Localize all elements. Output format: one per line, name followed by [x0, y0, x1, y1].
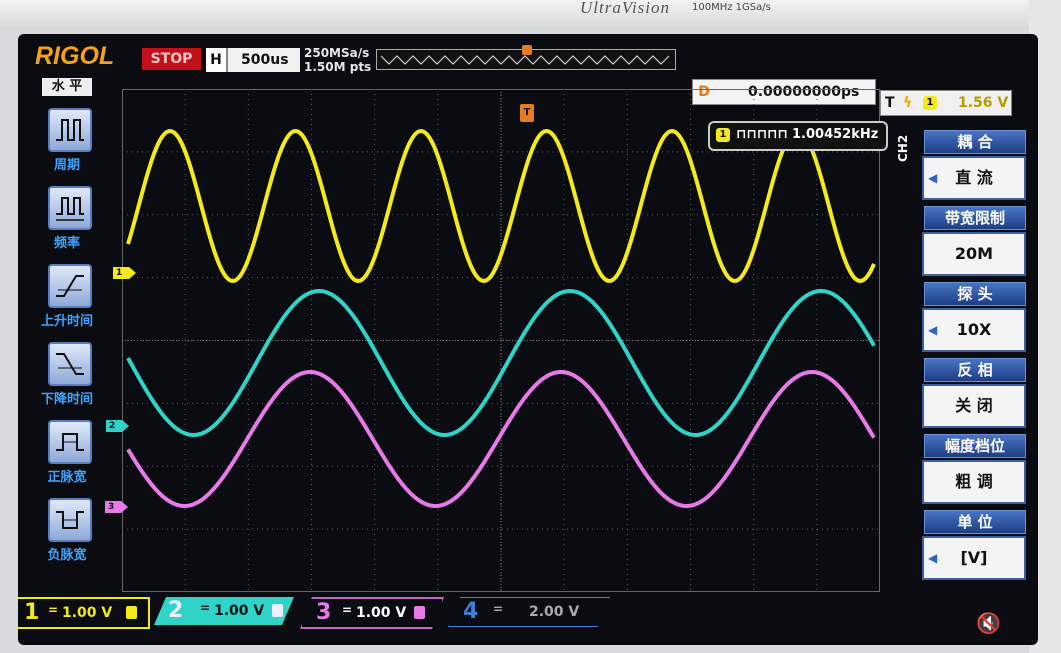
ch2-number: 2 [168, 598, 184, 623]
ch3-number: 3 [316, 600, 332, 625]
left-arrow-icon: ◀ [928, 171, 938, 185]
timebase-box[interactable]: H 500us [206, 48, 300, 72]
frequency-value: 1.00452kHz [792, 127, 879, 142]
menu-value-probe[interactable]: ◀ 10X [922, 308, 1026, 352]
run-state-badge[interactable]: STOP [142, 48, 201, 70]
left-arrow-icon: ◀ [928, 323, 938, 337]
freq-channel-badge: 1 [716, 128, 730, 142]
ch2-bandwidth-icon [272, 604, 283, 617]
menu-value-volt-scale[interactable]: 粗 调 [922, 460, 1026, 504]
ch4-number: 4 [463, 599, 479, 624]
rise-time-icon [48, 264, 92, 308]
menu-item-negative-width[interactable]: 负脉宽 [28, 498, 106, 578]
coupling-value: 直 流 [955, 168, 993, 187]
menu-title-volt-scale: 幅度档位 [924, 434, 1026, 458]
brand-label: UltraVision [580, 0, 671, 17]
timebase-label: H [206, 48, 228, 72]
ch3-status[interactable]: 3 = 1.00 V [300, 597, 444, 629]
menu-value-unit[interactable]: ◀ [V] [922, 536, 1026, 580]
ch4-status[interactable]: 4 = 2.00 V [448, 597, 610, 627]
menu-item-label: 下降时间 [40, 392, 93, 407]
menu-item-label: 频率 [53, 236, 80, 251]
ch1-status[interactable]: 1 = 1.00 V [18, 597, 150, 629]
negative-width-icon [48, 498, 92, 542]
pulse-train-icon: ⊓⊓⊓⊓⊓ [736, 127, 788, 142]
trigger-time-marker: T [520, 104, 534, 122]
unit-value: [V] [960, 548, 988, 567]
frequency-icon [48, 186, 92, 230]
ch2-status[interactable]: 2 = 1.00 V [154, 597, 294, 625]
menu-title-unit: 单 位 [924, 510, 1026, 534]
left-measure-menu: 水 平 周期 频率 上升时间 下降时间 正脉宽 负脉宽 [28, 78, 106, 568]
fall-time-icon [48, 342, 92, 386]
menu-item-rise-time[interactable]: 上升时间 [28, 264, 106, 344]
ch3-scale: 1.00 V [356, 605, 407, 621]
ch2-coupling-icon: = [200, 601, 211, 615]
menu-title-coupling: 耦 合 [924, 130, 1026, 154]
acquisition-info: 250MSa/s 1.50M pts [304, 46, 371, 74]
probe-value: 10X [956, 320, 992, 339]
scope-screen: RIGOL STOP H 500us 250MSa/s 1.50M pts D … [18, 34, 1038, 645]
menu-item-label: 负脉宽 [47, 548, 87, 563]
period-icon [48, 108, 92, 152]
bezel-top: UltraVision 100MHz 1GSa/s [0, 0, 1061, 30]
trigger-level: 1.56 V [958, 95, 1009, 111]
sample-rate: 250MSa/s [304, 46, 370, 60]
left-menu-title: 水 平 [42, 78, 92, 96]
ch3-bandwidth-icon [414, 606, 425, 619]
menu-item-fall-time[interactable]: 下降时间 [28, 342, 106, 422]
bandwidth-value: 20M [954, 244, 994, 263]
ch2-scale: 1.00 V [214, 603, 265, 619]
right-menu-channel: CH2 [896, 134, 910, 162]
menu-value-bandwidth[interactable]: 20M [922, 232, 1026, 276]
ch4-scale: 2.00 V [529, 604, 580, 620]
brand-spec: 100MHz 1GSa/s [692, 2, 771, 13]
trigger-label: T [885, 95, 895, 111]
ch1-coupling-icon: = [48, 603, 59, 617]
menu-value-coupling[interactable]: ◀ 直 流 [922, 156, 1026, 200]
frequency-counter: 1 ⊓⊓⊓⊓⊓ 1.00452kHz [708, 121, 888, 151]
menu-item-label: 正脉宽 [47, 470, 87, 485]
waveform-grid[interactable] [122, 89, 880, 592]
ch1-number: 1 [24, 600, 40, 625]
timebase-value: 500us [241, 52, 289, 68]
menu-item-label: 上升时间 [40, 314, 93, 329]
trigger-position-icon [522, 45, 532, 55]
menu-item-positive-width[interactable]: 正脉宽 [28, 420, 106, 500]
volt-scale-value: 粗 调 [955, 472, 993, 491]
trigger-edge-icon: ϟ [903, 95, 913, 111]
invert-value: 关 闭 [955, 396, 993, 415]
memory-overview-bar[interactable] [376, 45, 676, 70]
trigger-box[interactable]: T ϟ 1 1.56 V [880, 90, 1012, 116]
menu-title-bandwidth: 带宽限制 [924, 206, 1026, 230]
menu-value-invert[interactable]: 关 闭 [922, 384, 1026, 428]
menu-item-frequency[interactable]: 频率 [28, 186, 106, 266]
menu-item-label: 周期 [53, 158, 80, 173]
left-arrow-icon: ◀ [928, 551, 938, 565]
rigol-logo: RIGOL [35, 42, 115, 70]
memory-depth: 1.50M pts [304, 60, 372, 74]
grid-svg [122, 89, 880, 592]
trigger-channel-badge: 1 [923, 96, 937, 110]
menu-title-probe: 探 头 [924, 282, 1026, 306]
ch1-bandwidth-icon [126, 606, 137, 619]
speaker-mute-icon[interactable]: 🔇 [976, 611, 1001, 635]
menu-title-invert: 反 相 [924, 358, 1026, 382]
menu-item-period[interactable]: 周期 [28, 108, 106, 188]
ch4-coupling-icon: = [493, 602, 504, 616]
positive-width-icon [48, 420, 92, 464]
ch3-coupling-icon: = [342, 603, 353, 617]
ch1-scale: 1.00 V [62, 605, 113, 621]
